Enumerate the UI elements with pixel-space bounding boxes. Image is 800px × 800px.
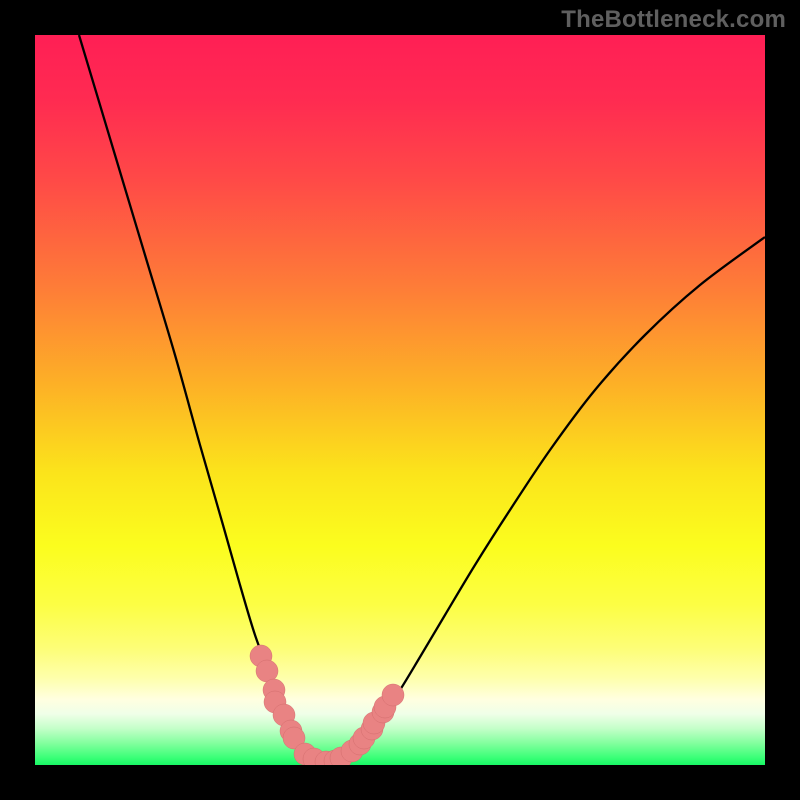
plot-area	[35, 35, 765, 765]
data-markers	[250, 645, 404, 765]
chart-overlay	[35, 35, 765, 765]
data-marker	[256, 660, 278, 682]
chart-wrapper: TheBottleneck.com	[0, 0, 800, 800]
watermark-label: TheBottleneck.com	[561, 6, 786, 34]
bottleneck-curve	[79, 35, 765, 762]
data-marker	[382, 684, 404, 706]
